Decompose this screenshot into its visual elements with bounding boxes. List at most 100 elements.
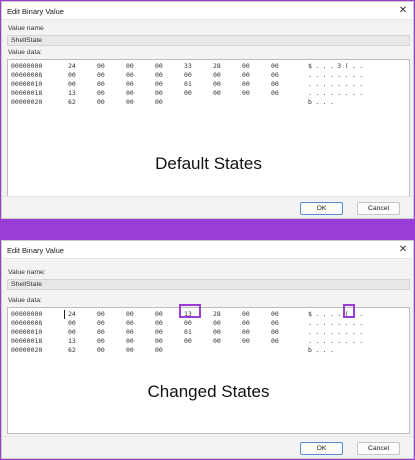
hex-byte[interactable]: 33 [184, 62, 192, 70]
hex-byte[interactable]: 00 [97, 89, 105, 97]
hex-byte[interactable]: 00 [271, 310, 279, 318]
hex-byte[interactable]: 13 [68, 337, 76, 345]
hex-byte[interactable]: 00 [242, 310, 250, 318]
row-address: 00000008 [11, 319, 43, 327]
hex-byte[interactable]: 00 [155, 62, 163, 70]
hex-byte[interactable]: 00 [213, 71, 221, 79]
ascii-text[interactable]: ........ [308, 80, 367, 88]
hex-byte[interactable]: 00 [271, 337, 279, 345]
hex-byte[interactable]: 00 [271, 89, 279, 97]
hex-byte[interactable]: 00 [184, 89, 192, 97]
ascii-text[interactable]: ........ [308, 89, 367, 97]
hex-byte[interactable]: 00 [97, 310, 105, 318]
hex-byte[interactable]: 00 [242, 328, 250, 336]
value-name-field[interactable]: ShellState [7, 35, 410, 46]
hex-byte[interactable]: 00 [97, 337, 105, 345]
hex-byte[interactable]: 00 [155, 328, 163, 336]
ascii-text[interactable]: $....(.. [308, 310, 367, 318]
close-icon[interactable]: ✕ [397, 5, 409, 17]
hex-byte[interactable]: 00 [126, 328, 134, 336]
hex-byte[interactable]: 00 [184, 71, 192, 79]
hex-byte[interactable]: 00 [242, 337, 250, 345]
ascii-text[interactable]: ........ [308, 319, 367, 327]
hex-byte[interactable]: 00 [126, 310, 134, 318]
hex-byte[interactable]: 00 [97, 319, 105, 327]
hex-byte[interactable]: 00 [271, 62, 279, 70]
hex-byte[interactable]: 24 [68, 62, 76, 70]
hex-byte[interactable]: 28 [213, 310, 221, 318]
hex-byte[interactable]: 00 [155, 89, 163, 97]
hex-byte[interactable]: 00 [213, 80, 221, 88]
ok-button[interactable]: OK [300, 442, 343, 455]
hex-byte[interactable]: 00 [97, 62, 105, 70]
cancel-button[interactable]: Cancel [357, 202, 400, 215]
hex-byte[interactable]: 01 [184, 328, 192, 336]
ok-button[interactable]: OK [300, 202, 343, 215]
ascii-text[interactable]: ........ [308, 328, 367, 336]
hex-byte[interactable]: 00 [213, 328, 221, 336]
value-data-editor[interactable]: 00000000 24 00 00 00 33 28 00 00 $...3(.… [7, 59, 410, 197]
hex-byte[interactable]: 00 [155, 346, 163, 354]
hex-byte[interactable]: 00 [97, 80, 105, 88]
hex-byte[interactable]: 00 [97, 328, 105, 336]
hex-byte[interactable]: 00 [242, 71, 250, 79]
hex-byte[interactable]: 00 [271, 328, 279, 336]
hex-byte[interactable]: 00 [155, 71, 163, 79]
hex-byte[interactable]: 00 [155, 337, 163, 345]
hex-byte[interactable]: 00 [126, 346, 134, 354]
hex-byte[interactable]: 00 [97, 71, 105, 79]
hex-byte[interactable]: 62 [68, 346, 76, 354]
hex-byte[interactable]: 62 [68, 98, 76, 106]
hex-byte[interactable]: 00 [184, 337, 192, 345]
hex-byte[interactable]: 00 [97, 98, 105, 106]
hex-byte[interactable]: 00 [271, 319, 279, 327]
caption-changed-states: Changed States [147, 382, 270, 401]
hex-byte[interactable]: 00 [213, 319, 221, 327]
hex-byte[interactable]: 00 [155, 80, 163, 88]
hex-byte[interactable]: 00 [213, 337, 221, 345]
hex-byte[interactable]: 00 [126, 89, 134, 97]
hex-byte[interactable]: 00 [126, 80, 134, 88]
hex-byte[interactable]: 00 [68, 71, 76, 79]
hex-byte[interactable]: 00 [126, 98, 134, 106]
hex-byte[interactable]: 00 [126, 337, 134, 345]
hex-byte[interactable]: 00 [242, 62, 250, 70]
dialog-footer: OK Cancel [2, 436, 413, 458]
cancel-button[interactable]: Cancel [357, 442, 400, 455]
row-address: 00000010 [11, 80, 43, 88]
hex-byte[interactable]: 00 [242, 80, 250, 88]
hex-byte[interactable]: 00 [155, 310, 163, 318]
hex-byte[interactable]: 00 [97, 346, 105, 354]
hex-byte[interactable]: 00 [155, 319, 163, 327]
hex-byte[interactable]: 00 [126, 62, 134, 70]
hex-byte[interactable]: 00 [242, 89, 250, 97]
changed-byte-highlight [179, 304, 201, 318]
hex-byte[interactable]: 00 [184, 319, 192, 327]
row-address: 00000008 [11, 71, 43, 79]
ascii-text[interactable]: ........ [308, 337, 367, 345]
hex-byte[interactable]: 00 [126, 319, 134, 327]
hex-byte[interactable]: 00 [242, 319, 250, 327]
row-address: 00000000 [11, 310, 43, 318]
hex-byte[interactable]: 00 [271, 71, 279, 79]
value-name-field[interactable]: ShellState [7, 279, 410, 290]
hex-byte[interactable]: 00 [126, 71, 134, 79]
ascii-text[interactable]: b... [308, 346, 337, 354]
hex-byte[interactable]: 00 [68, 80, 76, 88]
hex-byte[interactable]: 24 [68, 310, 76, 318]
hex-byte[interactable]: 00 [68, 328, 76, 336]
ascii-text[interactable]: ........ [308, 71, 367, 79]
hex-byte[interactable]: 13 [68, 89, 76, 97]
ascii-text[interactable]: $...3(.. [308, 62, 367, 70]
hex-byte[interactable]: 00 [213, 89, 221, 97]
value-data-editor[interactable]: 00000000 24 00 00 00 13 28 00 00 $....(.… [7, 304, 410, 434]
hex-byte[interactable]: 28 [213, 62, 221, 70]
close-icon[interactable]: ✕ [397, 244, 409, 256]
ascii-text[interactable]: b... [308, 98, 337, 106]
hex-byte[interactable]: 01 [184, 80, 192, 88]
hex-byte[interactable]: 00 [155, 98, 163, 106]
hex-byte[interactable]: 00 [271, 80, 279, 88]
dialog-titlebar: Edit Binary Value ✕ [2, 2, 413, 20]
hex-byte[interactable]: 00 [68, 319, 76, 327]
row-address: 00000018 [11, 337, 43, 345]
